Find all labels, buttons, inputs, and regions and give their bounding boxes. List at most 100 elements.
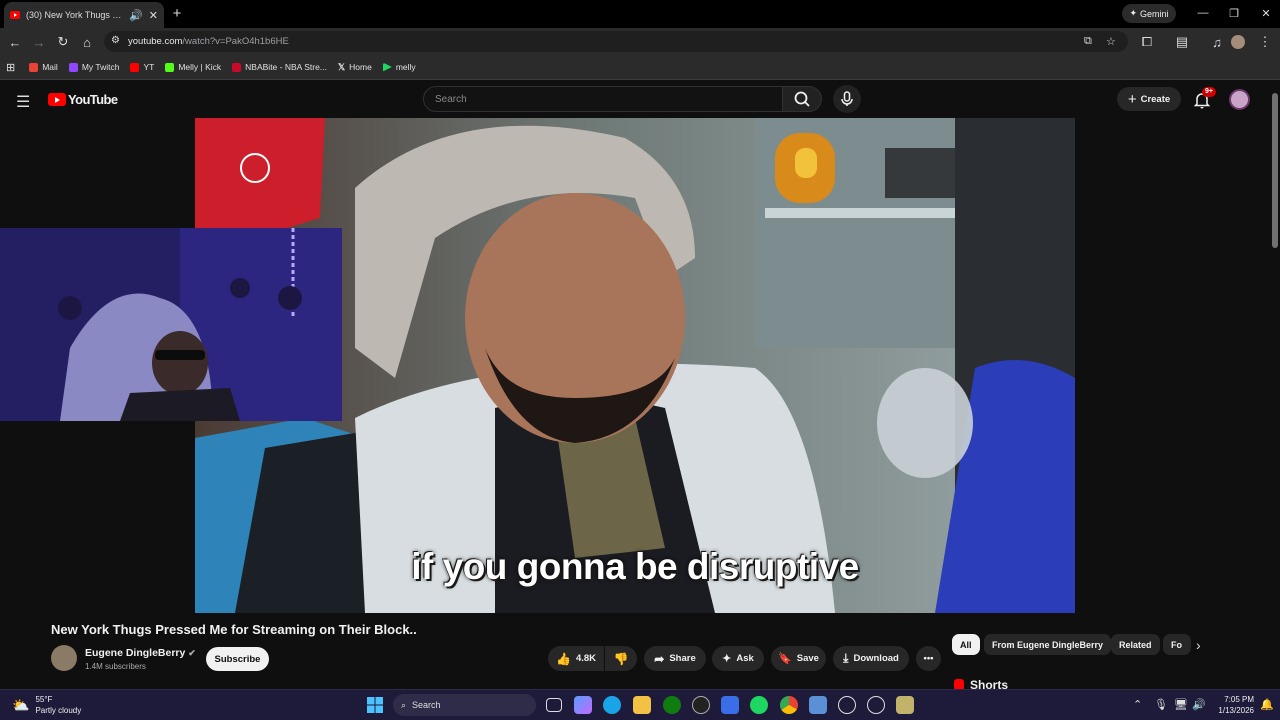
share-button[interactable]: ➦ Share <box>644 646 706 671</box>
minimize-icon[interactable]: — <box>1193 4 1213 22</box>
clock-date: 1/13/2026 <box>1218 706 1254 715</box>
verified-icon: ✔ <box>188 648 196 658</box>
bookmark-my-twitch[interactable]: My Twitch <box>68 62 119 72</box>
like-button[interactable]: 👍 4.8K <box>548 646 604 671</box>
obs-icon[interactable] <box>896 696 914 714</box>
chip-from-channel[interactable]: From Eugene DingleBerry <box>984 634 1112 655</box>
bookmark-star-icon[interactable]: ☆ <box>1106 35 1116 48</box>
thumbs-down-icon: 👎 <box>613 651 629 666</box>
dislike-button[interactable]: 👎 <box>605 646 637 671</box>
microphone-tray-icon[interactable]: 🎙 <box>1154 698 1168 711</box>
search-input[interactable]: Search <box>423 86 783 112</box>
file-explorer-icon[interactable] <box>633 696 651 714</box>
reload-icon[interactable]: ↻ <box>53 32 73 52</box>
notifications-button[interactable]: 9+ <box>1192 87 1216 110</box>
url-host: youtube.com <box>128 36 183 47</box>
weather-condition: Partly cloudy <box>35 706 82 715</box>
youtube-logo[interactable]: YouTube <box>48 92 118 107</box>
create-button[interactable]: + Create <box>1117 87 1181 111</box>
channel-name[interactable]: Eugene DingleBerry ✔ <box>85 647 196 659</box>
play-store-icon <box>382 62 392 72</box>
bookmark-melly[interactable]: melly <box>382 62 416 72</box>
nba-icon <box>232 62 242 72</box>
bookmark-kick[interactable]: Melly | Kick <box>165 62 221 72</box>
chevron-up-icon[interactable]: ⌃ <box>1133 698 1142 711</box>
forward-icon[interactable]: → <box>29 32 49 52</box>
bookmark-mail[interactable]: Mail <box>29 62 58 72</box>
save-button[interactable]: 🔖 Save <box>771 646 826 671</box>
media-controls-icon[interactable]: ♫ <box>1207 32 1227 52</box>
bookmark-nbabite[interactable]: NBABite - NBA Stre... <box>232 62 327 72</box>
new-tab-icon[interactable]: + <box>168 4 186 22</box>
bookmark-home[interactable]: 𝕏 Home <box>338 62 372 73</box>
subscribe-button[interactable]: Subscribe <box>206 647 269 671</box>
create-label: Create <box>1140 93 1171 105</box>
browser-tab-strip: (30) New York Thugs Pressed Me for Strea… <box>0 0 1280 28</box>
task-view-icon[interactable] <box>546 698 562 712</box>
site-info-icon[interactable]: ⚙ <box>111 35 120 46</box>
youtube-logo-text: YouTube <box>68 92 118 107</box>
app-icon[interactable] <box>867 696 885 714</box>
bookmarks-bar: ⊞ Mail My Twitch YT Melly | Kick NBABite… <box>0 55 1280 80</box>
chrome-icon[interactable] <box>780 696 798 714</box>
chip-related[interactable]: Related <box>1111 634 1160 655</box>
taskbar-clock[interactable]: 7:05 PM 1/13/2026 <box>1210 694 1254 716</box>
chrome-menu-icon[interactable]: ⋮ <box>1255 32 1275 52</box>
kick-icon <box>165 62 175 72</box>
profile-avatar[interactable] <box>1231 35 1245 49</box>
url-text: youtube.com/watch?v=PakO4h1b6HE <box>128 36 289 47</box>
chevron-right-icon[interactable]: › <box>1196 637 1201 653</box>
side-panel-icon[interactable]: ▤ <box>1172 32 1192 52</box>
speaker-icon[interactable]: 🔊 <box>129 9 143 22</box>
windows-start-icon[interactable] <box>366 696 384 714</box>
windows-taskbar: ⛅ 55°F Partly cloudy ⌕ Search ⌃ 🎙 🖥 🔊 7:… <box>0 689 1280 720</box>
back-icon[interactable]: ← <box>5 32 25 52</box>
media-player-icon[interactable] <box>838 696 856 714</box>
share-icon: ➦ <box>654 651 665 666</box>
address-bar[interactable]: ⚙ youtube.com/watch?v=PakO4h1b6HE ⧉ ☆ <box>104 31 1128 52</box>
microphone-icon <box>841 91 853 106</box>
notification-bell-icon[interactable]: 🔔 <box>1260 698 1274 711</box>
youtube-logo-icon <box>48 93 66 106</box>
home-icon[interactable]: ⌂ <box>77 32 97 52</box>
more-horizontal-icon: ••• <box>923 653 934 664</box>
spotify-icon[interactable] <box>750 696 768 714</box>
tab-close-icon[interactable]: ✕ <box>149 9 158 22</box>
chip-partial[interactable]: Fo <box>1163 634 1191 655</box>
chip-all[interactable]: All <box>952 634 980 655</box>
extensions-icon[interactable]: ⧠ <box>1137 32 1157 52</box>
copilot-icon[interactable] <box>574 696 592 714</box>
restore-icon[interactable]: ❐ <box>1224 4 1244 22</box>
search-icon <box>794 91 810 107</box>
channel-avatar[interactable] <box>51 645 77 671</box>
account-avatar[interactable] <box>1229 89 1250 110</box>
weather-cloud-icon: ⛅ <box>12 696 30 713</box>
network-icon[interactable]: 🖥 <box>1174 698 1188 711</box>
edge-icon[interactable] <box>603 696 621 714</box>
like-count: 4.8K <box>575 653 597 664</box>
gemini-button[interactable]: ✦ Gemini <box>1122 4 1176 23</box>
close-window-icon[interactable]: ✕ <box>1256 4 1276 22</box>
plus-icon: + <box>1127 90 1137 108</box>
search-button[interactable] <box>782 86 822 112</box>
volume-icon[interactable]: 🔊 <box>1192 698 1206 711</box>
steam-icon[interactable] <box>692 696 710 714</box>
hamburger-menu-icon[interactable]: ☰ <box>16 92 30 112</box>
taskbar-search[interactable]: ⌕ Search <box>393 694 536 716</box>
install-app-icon[interactable]: ⧉ <box>1084 35 1092 48</box>
bookmark-yt[interactable]: YT <box>130 62 154 72</box>
voice-search-button[interactable] <box>833 85 861 113</box>
browser-toolbar: ← → ↻ ⌂ ⚙ youtube.com/watch?v=PakO4h1b6H… <box>0 28 1280 55</box>
page-scrollbar-thumb[interactable] <box>1272 93 1278 248</box>
xbox-icon[interactable] <box>663 696 681 714</box>
browser-tab-youtube[interactable]: (30) New York Thugs Pressed Me for Strea… <box>4 2 164 28</box>
store-icon[interactable] <box>721 696 739 714</box>
bookmark-icon: 🔖 <box>778 653 792 665</box>
download-button[interactable]: ⤓ Download <box>833 646 909 671</box>
weather-widget[interactable]: ⛅ 55°F Partly cloudy <box>12 694 81 716</box>
sparkle-icon: ✦ <box>1129 8 1138 18</box>
photos-icon[interactable] <box>809 696 827 714</box>
apps-grid-icon[interactable]: ⊞ <box>6 61 15 74</box>
more-actions-button[interactable]: ••• <box>916 646 941 671</box>
ask-button[interactable]: ✦ Ask <box>712 646 764 671</box>
